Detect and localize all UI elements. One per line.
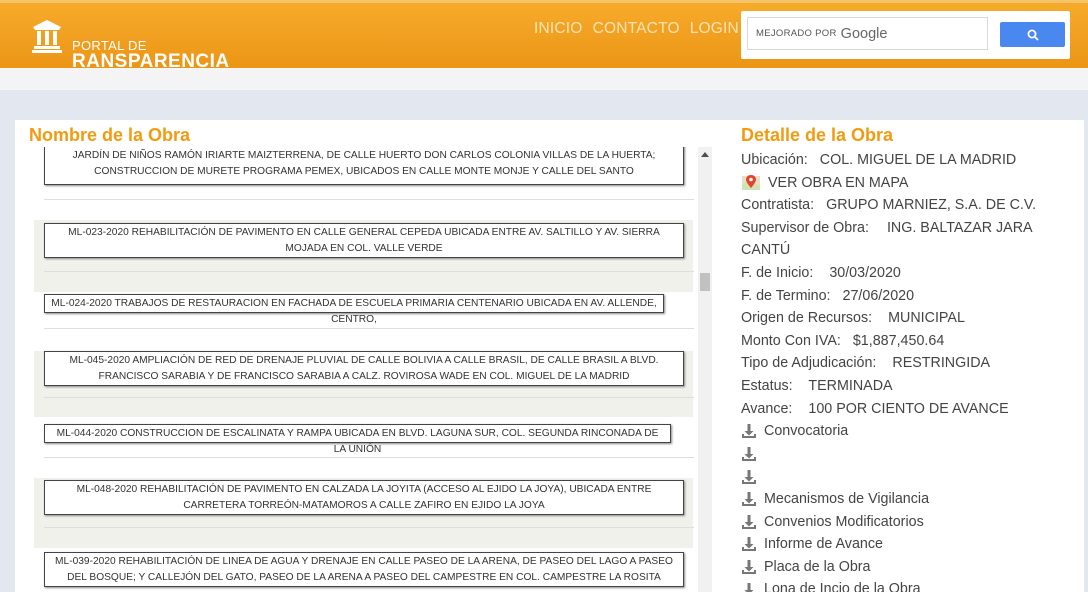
- scroll-up-arrow-icon[interactable]: [701, 152, 709, 157]
- list-divider: [44, 199, 694, 200]
- detail-supervisor: Supervisor de Obra: ING. BALTAZAR JARA C…: [741, 219, 1032, 259]
- nav-inicio[interactable]: INICIO: [534, 20, 583, 38]
- detail-avance: Avance: 100 POR CIENTO DE AVANCE: [741, 400, 1009, 417]
- list-item[interactable]: ML-024-2020 TRABAJOS DE RESTAURACION EN …: [44, 294, 664, 325]
- list-divider: [44, 457, 694, 458]
- download-informe[interactable]: Informe de Avance: [741, 533, 1061, 556]
- download-lona[interactable]: Lona de Incio de la Obra: [741, 578, 1061, 592]
- search-input[interactable]: MEJORADO POR Google: [747, 17, 988, 50]
- detail-contratista: Contratista: GRUPO MARNIEZ, S.A. DE C.V.: [741, 197, 1037, 214]
- site-header: PORTAL DE RANSPARENCIA INICIO CONTACTO L…: [0, 0, 1088, 72]
- list-item-text: ML-044-2020 CONSTRUCCION DE ESCALINATA Y…: [56, 428, 659, 455]
- detail-title: Detalle de la Obra: [741, 125, 894, 145]
- scroll-thumb[interactable]: [700, 273, 710, 291]
- detail-origen: Origen de Recursos: MUNICIPAL: [741, 310, 965, 327]
- download-icon: [742, 537, 756, 552]
- map-link[interactable]: VER OBRA EN MAPA: [741, 172, 1061, 195]
- list-scrollbar[interactable]: [698, 147, 712, 592]
- list-item-text: ML-045-2020 AMPLIACIÓN DE RED DE DRENAJE…: [69, 355, 659, 382]
- list-item-text: ML-024-2020 TRABAJOS DE RESTAURACION EN …: [51, 298, 657, 325]
- search-button[interactable]: [1000, 22, 1065, 47]
- nav-contacto[interactable]: CONTACTO: [593, 20, 680, 38]
- download-placa[interactable]: Placa de la Obra: [741, 556, 1061, 579]
- download-mecanismos[interactable]: Mecanismos de Vigilancia: [741, 488, 1061, 511]
- download-icon: [742, 469, 756, 484]
- search-box: MEJORADO POR Google: [741, 11, 1070, 59]
- list-item[interactable]: ML-039-2020 REHABILITACIÓN DE LINEA DE A…: [44, 552, 684, 587]
- download-convocatoria[interactable]: Convocatoria: [741, 420, 1061, 443]
- nav-login[interactable]: LOGIN: [690, 20, 739, 38]
- download-icon: [742, 492, 756, 507]
- detail-tipo: Tipo de Adjudicación: RESTRINGIDA: [741, 355, 991, 372]
- obras-list-title: Nombre de la Obra: [29, 125, 191, 145]
- header-subbar: [0, 68, 1088, 90]
- list-item[interactable]: ML-023-2020 REHABILITACIÓN DE PAVIMENTO …: [44, 223, 684, 258]
- list-item-text: ML-039-2020 REHABILITACIÓN DE LINEA DE A…: [55, 556, 673, 583]
- detail-estatus: Estatus: TERMINADA: [741, 377, 893, 394]
- download-icon: [742, 559, 756, 574]
- list-item-text: ML-048-2020 REHABILITACIÓN DE PAVIMENTO …: [76, 484, 652, 511]
- detail-inicio: F. de Inicio: 30/03/2020: [741, 264, 901, 281]
- download-icon: [744, 582, 754, 592]
- google-brand: Google: [840, 25, 888, 42]
- download-icon: [742, 514, 756, 529]
- obras-list[interactable]: JARDÍN DE NIÑOS RAMÓN IRIARTE MAIZTERREN…: [34, 147, 714, 592]
- main-nav: INICIO CONTACTO LOGIN: [534, 20, 749, 38]
- list-item-text: ML-023-2020 REHABILITACIÓN DE PAVIMENTO …: [68, 227, 660, 254]
- map-icon: [742, 174, 760, 190]
- detail-monto: Monto Con IVA: $1,887,450.64: [741, 332, 945, 349]
- download-empty-1[interactable]: [741, 443, 1061, 466]
- search-icon: [1027, 29, 1039, 41]
- main-panel: Nombre de la Obra Detalle de la Obra JAR…: [15, 120, 1084, 592]
- detail-termino: F. de Termino: 27/06/2020: [741, 287, 915, 304]
- list-item[interactable]: ML-044-2020 CONSTRUCCION DE ESCALINATA Y…: [44, 424, 671, 455]
- download-icon: [742, 447, 756, 462]
- site-logo[interactable]: PORTAL DE RANSPARENCIA: [30, 16, 229, 72]
- list-item[interactable]: JARDÍN DE NIÑOS RAMÓN IRIARTE MAIZTERREN…: [44, 147, 684, 185]
- list-item[interactable]: ML-048-2020 REHABILITACIÓN DE PAVIMENTO …: [44, 480, 684, 515]
- list-item-text: JARDÍN DE NIÑOS RAMÓN IRIARTE MAIZTERREN…: [72, 150, 656, 177]
- header-top-line: [0, 0, 1088, 3]
- detail-section: Ubicación: COL. MIGUEL DE LA MADRID VER …: [741, 149, 1061, 592]
- search-prefix: MEJORADO POR: [756, 28, 837, 39]
- list-divider: [44, 328, 694, 329]
- list-divider: [44, 397, 694, 398]
- list-item[interactable]: ML-045-2020 AMPLIACIÓN DE RED DE DRENAJE…: [44, 351, 684, 386]
- detail-ubicacion: Ubicación: COL. MIGUEL DE LA MADRID: [741, 152, 1017, 168]
- download-empty-2[interactable]: [741, 465, 1061, 488]
- logo-building-icon: [30, 17, 64, 55]
- list-divider: [44, 271, 694, 272]
- download-convenios[interactable]: Convenios Modificatorios: [741, 511, 1061, 534]
- list-divider: [44, 527, 694, 528]
- download-icon: [742, 424, 756, 439]
